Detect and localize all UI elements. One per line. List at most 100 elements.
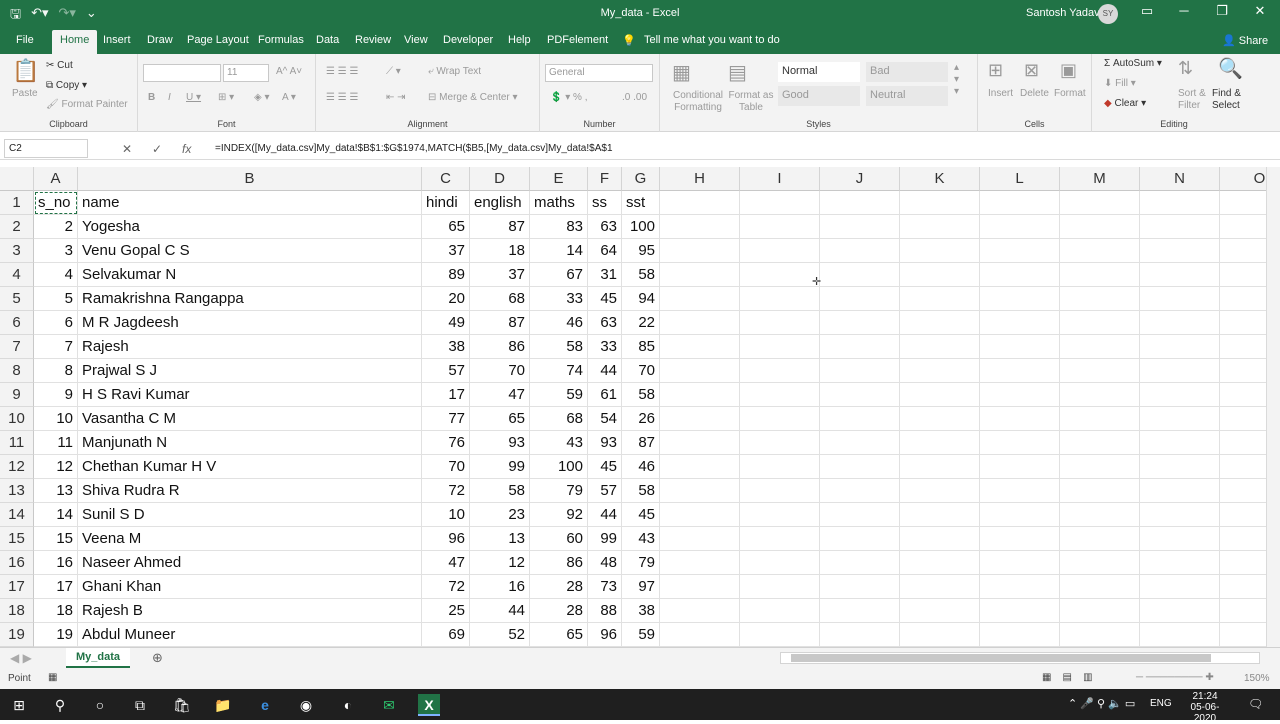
macro-record-icon[interactable]: ▦ — [48, 672, 57, 683]
header-cell[interactable] — [1220, 191, 1266, 215]
data-cell[interactable] — [820, 503, 900, 527]
task-view-icon[interactable]: ⧉ — [129, 694, 151, 716]
data-cell[interactable]: 70 — [622, 359, 660, 383]
data-cell[interactable]: 69 — [422, 623, 470, 647]
wrap-text-button[interactable]: ⤶ Wrap Text — [428, 66, 481, 77]
data-cell[interactable]: 45 — [588, 455, 622, 479]
data-cell[interactable] — [660, 383, 740, 407]
column-header[interactable]: J — [820, 167, 900, 191]
data-cell[interactable]: 57 — [588, 479, 622, 503]
style-neutral[interactable]: Neutral — [866, 86, 948, 106]
data-cell[interactable]: 15 — [34, 527, 78, 551]
data-cell[interactable]: M R Jagdeesh — [78, 311, 422, 335]
data-cell[interactable]: 33 — [588, 335, 622, 359]
data-cell[interactable] — [660, 311, 740, 335]
data-cell[interactable] — [1060, 455, 1140, 479]
data-cell[interactable] — [980, 383, 1060, 407]
data-cell[interactable]: 93 — [588, 431, 622, 455]
column-header[interactable]: B — [78, 167, 422, 191]
orientation-icon[interactable]: ⟋ ▾ — [386, 66, 401, 77]
data-cell[interactable] — [820, 215, 900, 239]
row-header[interactable]: 14 — [0, 503, 34, 527]
paste-button[interactable]: Paste — [12, 88, 38, 99]
data-cell[interactable]: 45 — [588, 287, 622, 311]
autosum-button[interactable]: Σ AutoSum ▾ — [1104, 58, 1162, 69]
data-cell[interactable] — [1140, 215, 1220, 239]
header-cell[interactable]: name — [78, 191, 422, 215]
row-header[interactable]: 18 — [0, 599, 34, 623]
data-cell[interactable]: 19 — [34, 623, 78, 647]
data-cell[interactable]: 59 — [622, 623, 660, 647]
data-cell[interactable] — [820, 383, 900, 407]
language-indicator[interactable]: ENG — [1150, 698, 1172, 709]
data-cell[interactable]: 58 — [622, 263, 660, 287]
data-cell[interactable] — [1220, 431, 1266, 455]
header-cell[interactable]: english — [470, 191, 530, 215]
data-cell[interactable]: 76 — [422, 431, 470, 455]
data-cell[interactable]: 16 — [470, 575, 530, 599]
data-cell[interactable]: 44 — [470, 599, 530, 623]
file-explorer-icon[interactable]: 📁 — [212, 694, 234, 716]
data-cell[interactable] — [1220, 479, 1266, 503]
data-cell[interactable] — [900, 479, 980, 503]
delete-cells-button[interactable]: Delete — [1020, 88, 1049, 99]
data-cell[interactable] — [1060, 407, 1140, 431]
header-cell[interactable] — [980, 191, 1060, 215]
data-cell[interactable]: 17 — [34, 575, 78, 599]
row-header[interactable]: 2 — [0, 215, 34, 239]
data-cell[interactable] — [660, 551, 740, 575]
data-cell[interactable]: 64 — [588, 239, 622, 263]
data-cell[interactable] — [660, 455, 740, 479]
data-cell[interactable] — [820, 623, 900, 647]
data-cell[interactable] — [900, 239, 980, 263]
data-cell[interactable] — [900, 527, 980, 551]
header-cell[interactable] — [660, 191, 740, 215]
column-header[interactable]: G — [622, 167, 660, 191]
data-cell[interactable] — [1140, 599, 1220, 623]
data-cell[interactable]: 33 — [530, 287, 588, 311]
data-cell[interactable]: 38 — [622, 599, 660, 623]
data-cell[interactable] — [740, 359, 820, 383]
data-cell[interactable]: 14 — [34, 503, 78, 527]
data-cell[interactable] — [1140, 551, 1220, 575]
accounting-icon[interactable]: 💲 ▾ % , — [550, 92, 587, 103]
avatar[interactable]: SY — [1098, 4, 1118, 24]
data-cell[interactable] — [1140, 431, 1220, 455]
data-cell[interactable]: 10 — [34, 407, 78, 431]
fill-color-icon[interactable]: ◈ ▾ — [254, 92, 270, 103]
insert-cells-button[interactable]: Insert — [988, 88, 1013, 99]
format-as-table-button[interactable]: Format as Table — [726, 90, 776, 114]
data-cell[interactable] — [980, 551, 1060, 575]
data-cell[interactable]: 18 — [34, 599, 78, 623]
data-cell[interactable]: Abdul Muneer — [78, 623, 422, 647]
data-cell[interactable] — [980, 335, 1060, 359]
new-sheet-icon[interactable]: ⊕ — [152, 650, 163, 666]
data-cell[interactable]: 73 — [588, 575, 622, 599]
data-cell[interactable]: 92 — [530, 503, 588, 527]
data-cell[interactable] — [660, 287, 740, 311]
data-cell[interactable] — [820, 527, 900, 551]
tab-home[interactable]: Home — [52, 30, 98, 54]
data-cell[interactable] — [740, 287, 820, 311]
data-cell[interactable] — [1220, 383, 1266, 407]
data-cell[interactable]: 52 — [470, 623, 530, 647]
header-cell[interactable] — [740, 191, 820, 215]
data-cell[interactable]: 43 — [530, 431, 588, 455]
data-cell[interactable] — [1060, 263, 1140, 287]
header-cell[interactable] — [820, 191, 900, 215]
header-cell[interactable]: sst — [622, 191, 660, 215]
column-header[interactable]: A — [34, 167, 78, 191]
data-cell[interactable] — [660, 359, 740, 383]
data-cell[interactable] — [1060, 599, 1140, 623]
data-cell[interactable]: 67 — [530, 263, 588, 287]
column-header[interactable]: F — [588, 167, 622, 191]
data-cell[interactable] — [820, 479, 900, 503]
data-cell[interactable]: Veena M — [78, 527, 422, 551]
style-bad[interactable]: Bad — [866, 62, 948, 82]
chrome-icon[interactable]: ◉ — [295, 694, 317, 716]
data-cell[interactable]: 47 — [422, 551, 470, 575]
data-cell[interactable]: 37 — [470, 263, 530, 287]
data-cell[interactable] — [820, 335, 900, 359]
data-cell[interactable] — [660, 263, 740, 287]
data-cell[interactable]: 44 — [588, 503, 622, 527]
